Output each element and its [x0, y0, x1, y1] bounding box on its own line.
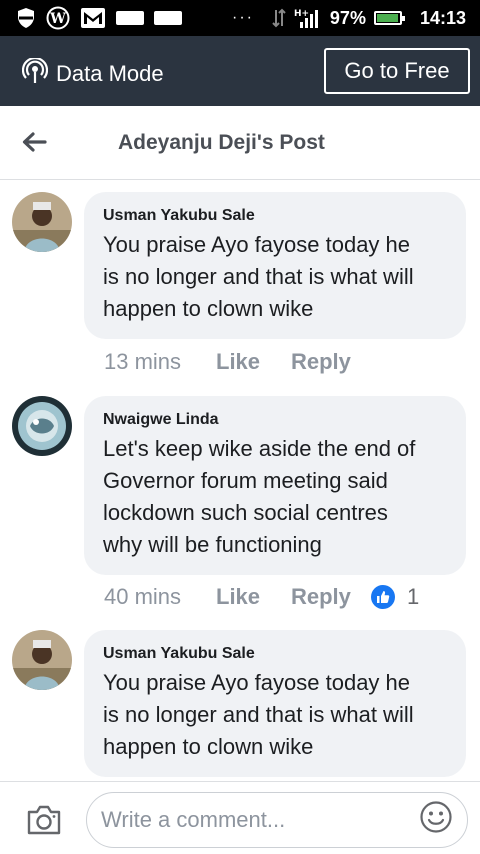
reply-button[interactable]: Reply	[291, 349, 371, 375]
data-mode-label: Data Mode	[56, 61, 164, 86]
avatar[interactable]	[12, 630, 72, 690]
thumbs-up-icon	[371, 585, 395, 609]
comment-author[interactable]: Nwaigwe Linda	[103, 410, 448, 430]
data-transfer-icon	[272, 7, 286, 29]
data-mode-icon	[21, 56, 49, 90]
battery-level	[376, 14, 399, 22]
post-header: Adeyanju Deji's Post	[0, 106, 480, 180]
more-notifications-indicator: ···	[232, 9, 254, 26]
status-bar-notifications: W ···	[16, 6, 254, 30]
gmail-icon	[80, 7, 106, 29]
emoji-icon[interactable]	[419, 800, 453, 840]
comment-time: 40 mins	[104, 584, 182, 609]
reactions-summary[interactable]: 1	[371, 584, 419, 610]
avatar[interactable]	[12, 192, 72, 252]
back-button[interactable]	[18, 126, 50, 158]
data-mode-indicator: Data Mode	[21, 56, 164, 90]
comment-actions: 40 mins Like Reply 1	[104, 584, 419, 610]
comment-author[interactable]: Usman Yakubu Sale	[103, 206, 448, 226]
battery-percent: 97%	[329, 7, 366, 28]
comment-input[interactable]: Write a comment...	[86, 792, 468, 848]
notification-bar-icon	[154, 7, 182, 29]
like-button[interactable]: Like	[216, 584, 291, 610]
comment-author[interactable]: Usman Yakubu Sale	[103, 644, 448, 664]
comment-time: 13 mins	[104, 349, 182, 374]
reaction-count: 1	[407, 584, 420, 609]
reply-button[interactable]: Reply	[291, 584, 371, 610]
svg-text:H+: H+	[294, 9, 309, 19]
data-mode-bar: Data Mode Go to Free	[0, 36, 480, 106]
notification-bar-icon	[116, 7, 144, 29]
wordpress-icon: W	[46, 6, 70, 30]
avatar[interactable]	[12, 396, 72, 456]
comment-text: You praise Ayo fayose today he is no lon…	[103, 670, 414, 759]
status-bar: W ··· H+ 97% 14:13	[0, 0, 480, 36]
status-bar-system: H+ 97% 14:13	[272, 6, 466, 30]
comment-bubble: Nwaigwe Linda Let's keep wike aside the …	[84, 396, 466, 575]
comment-bubble: Usman Yakubu Sale You praise Ayo fayose …	[84, 630, 466, 777]
camera-icon[interactable]	[26, 804, 62, 836]
comment-text: You praise Ayo fayose today he is no lon…	[103, 232, 414, 321]
comment-composer: Write a comment...	[0, 781, 480, 854]
page-title: Adeyanju Deji's Post	[118, 131, 325, 154]
go-to-free-button[interactable]: Go to Free	[324, 48, 470, 94]
shield-icon	[16, 7, 36, 29]
svg-text:W: W	[49, 11, 66, 27]
comment-input-placeholder: Write a comment...	[101, 807, 286, 832]
clock: 14:13	[419, 7, 466, 28]
back-arrow-icon	[22, 132, 47, 152]
comment-text: Let's keep wike aside the end of Governo…	[103, 436, 416, 557]
comment-bubble: Usman Yakubu Sale You praise Ayo fayose …	[84, 192, 466, 339]
like-button[interactable]: Like	[216, 349, 291, 375]
battery-icon	[373, 11, 405, 25]
comment-actions: 13 mins Like Reply	[104, 349, 371, 375]
signal-icon: H+	[294, 7, 322, 29]
